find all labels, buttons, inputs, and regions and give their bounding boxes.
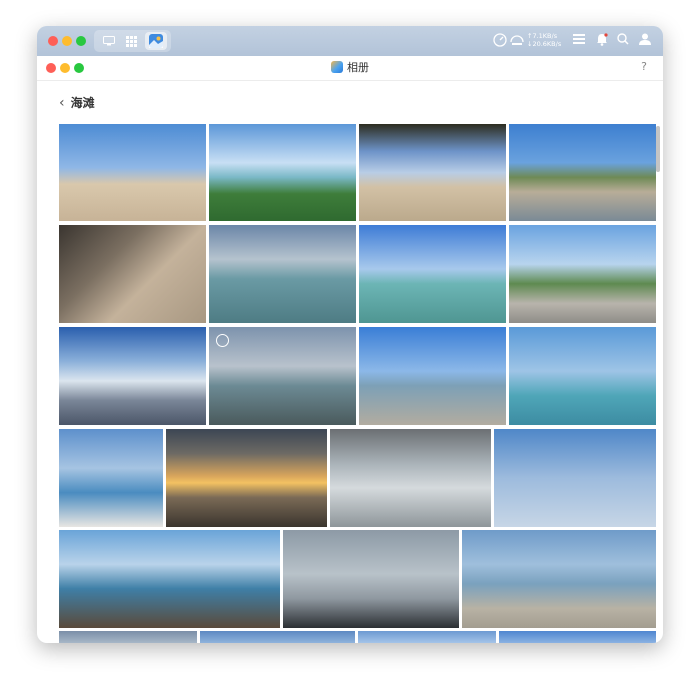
album-title: 海滩 (70, 96, 95, 110)
photo-bottom-1[interactable] (59, 631, 197, 643)
help-button[interactable]: ? (641, 60, 647, 73)
grid-icon[interactable] (122, 34, 140, 48)
select-circle-icon[interactable] (216, 334, 229, 347)
photos-window: 相册 ? ‹ 海滩 (37, 56, 663, 643)
scrollbar-thumb[interactable] (656, 126, 660, 172)
photo-bottom-3[interactable] (358, 631, 496, 643)
network-speed: ↑7.1KB/s ↓20.6KB/s (527, 32, 561, 48)
memory-gauge-icon[interactable] (510, 33, 524, 52)
photo-crowd-causeway[interactable] (359, 327, 506, 425)
photo-grid (59, 124, 656, 643)
photo-beach-fence-tree[interactable] (59, 124, 206, 221)
photo-sunset[interactable] (166, 429, 327, 527)
album-header: ‹ 海滩 (59, 94, 95, 111)
minimize-dot[interactable] (62, 36, 72, 46)
net-download: ↓20.6KB/s (527, 40, 562, 48)
photo-postcard[interactable] (59, 530, 280, 628)
desktop-icon[interactable] (100, 34, 118, 48)
photo-calm-sea[interactable] (462, 530, 656, 628)
photo-pier-railing[interactable] (283, 530, 459, 628)
photo-woman-dress-sea[interactable] (209, 225, 356, 323)
photo-woman-selfie[interactable] (59, 429, 163, 527)
close-dot[interactable] (48, 36, 58, 46)
user-icon[interactable] (639, 33, 651, 50)
back-chevron-icon[interactable]: ‹ (59, 95, 65, 111)
photo-woman-shallow[interactable] (359, 225, 506, 323)
photos-app-icon (331, 61, 343, 73)
bell-icon[interactable] (596, 33, 608, 51)
photo-coast-rocks[interactable] (509, 124, 656, 221)
photo-promenade-palms[interactable] (509, 225, 656, 323)
search-icon[interactable] (617, 33, 629, 50)
taskbar-app-group (94, 30, 171, 52)
zoom-dot[interactable] (76, 36, 86, 46)
photo-bottom-4[interactable] (499, 631, 656, 643)
photos-app-icon[interactable] (145, 32, 167, 50)
task-list-icon[interactable] (573, 33, 585, 50)
speedometer-icon[interactable] (493, 33, 507, 52)
photo-woman-sunglasses-sky[interactable] (494, 429, 656, 527)
net-upload: ↑7.1KB/s (527, 32, 558, 40)
desktop-window: ↑7.1KB/s ↓20.6KB/s 相册 ? ‹ 海滩 (37, 26, 663, 643)
window-title-text: 相册 (347, 61, 369, 74)
photo-woman-camera[interactable] (509, 327, 656, 425)
photo-hand-sand[interactable] (59, 225, 206, 323)
photo-woman-rocks[interactable] (209, 327, 356, 425)
window-titlebar: 相册 ? (37, 56, 663, 81)
window-title: 相册 (37, 60, 663, 76)
top-bar: ↑7.1KB/s ↓20.6KB/s (37, 26, 663, 56)
photo-bottom-2[interactable] (200, 631, 355, 643)
photo-sunrise-reflection[interactable] (59, 327, 206, 425)
photo-beach-posts-tree[interactable] (359, 124, 506, 221)
photo-woman-black-dress[interactable] (330, 429, 491, 527)
photo-sea-grass[interactable] (209, 124, 356, 221)
